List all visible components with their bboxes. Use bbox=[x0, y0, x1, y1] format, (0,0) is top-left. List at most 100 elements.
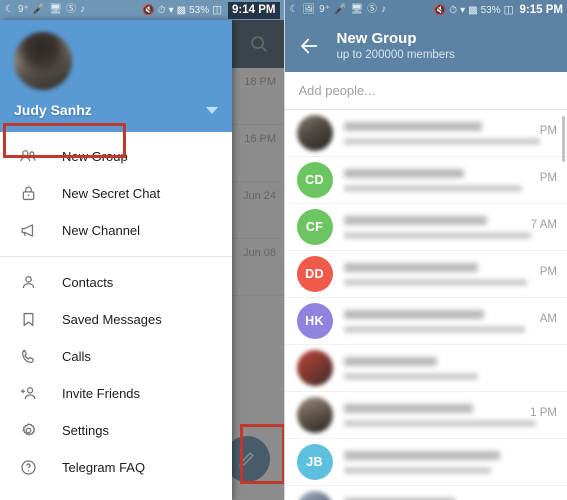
at-icon: Ⓢ bbox=[367, 4, 378, 15]
add-people-input[interactable]: Add people... bbox=[284, 72, 567, 110]
back-arrow-icon[interactable] bbox=[295, 32, 323, 60]
menu-item-label: Contacts bbox=[62, 275, 114, 290]
drawer-header[interactable]: Judy Sanhz bbox=[0, 20, 232, 132]
screenshot-root: ☾ 9⁺ 🎤 🖥 Ⓢ ♪ 🔇 ⏱ ▾ ▩ 53% ◫ 9:14 PM 18 PM… bbox=[0, 0, 567, 500]
contact-text bbox=[343, 121, 567, 145]
contact-row[interactable]: JB bbox=[284, 439, 567, 486]
person-icon bbox=[16, 271, 40, 295]
music-icon: ♪ bbox=[381, 4, 387, 15]
contact-time: AM bbox=[539, 313, 557, 325]
gear-icon bbox=[16, 419, 40, 443]
contact-time: 1 PM bbox=[530, 407, 557, 419]
menu-item-settings[interactable]: Settings bbox=[0, 412, 232, 449]
chat-row-time: Jun 08 bbox=[242, 247, 276, 259]
contact-name bbox=[343, 309, 485, 319]
contacts-scrollbar[interactable] bbox=[562, 116, 565, 162]
contact-time: PM bbox=[539, 125, 557, 137]
person-add-icon bbox=[16, 382, 40, 406]
right-status-bar: ☾ 🖼 9⁺ 🎤 🖥 Ⓢ ♪ 🔇 ⏱ ▾ ▩ 53% ◫ 9:15 PM bbox=[284, 0, 567, 20]
contact-status bbox=[343, 325, 525, 333]
at-icon: Ⓢ bbox=[65, 4, 76, 15]
bookmark-icon bbox=[16, 308, 40, 332]
contact-row[interactable]: HK AM bbox=[284, 298, 567, 345]
menu-item-telegram-faq[interactable]: Telegram FAQ bbox=[0, 449, 232, 486]
mute-icon: 🔇 bbox=[433, 4, 447, 16]
battery-icon: ◫ bbox=[503, 4, 514, 16]
contact-text bbox=[343, 168, 567, 192]
contact-status bbox=[343, 184, 523, 192]
page-subtitle: up to 200000 members bbox=[336, 49, 455, 62]
battery-icon: ◫ bbox=[212, 4, 223, 16]
highlight-box-compose-fab bbox=[240, 424, 284, 484]
chevron-down-icon[interactable] bbox=[206, 107, 218, 114]
avatar: CF bbox=[296, 209, 333, 245]
question-circle-icon bbox=[16, 456, 40, 480]
menu-item-label: Settings bbox=[62, 423, 109, 438]
avatar-initials: CF bbox=[305, 220, 324, 234]
add-people-placeholder: Add people... bbox=[298, 83, 376, 98]
highlight-box-new-group bbox=[3, 123, 126, 158]
avatar-initials: DD bbox=[305, 267, 324, 281]
avatar[interactable] bbox=[14, 32, 72, 90]
avatar: HK bbox=[296, 303, 333, 339]
contact-row[interactable]: PM bbox=[284, 110, 567, 157]
contact-text bbox=[343, 262, 567, 286]
menu-item-label: Saved Messages bbox=[62, 312, 162, 327]
right-status-left-icons: ☾ 🖼 9⁺ 🎤 🖥 Ⓢ ♪ bbox=[290, 5, 387, 15]
music-icon: ♪ bbox=[79, 4, 85, 15]
contact-row[interactable]: PM bbox=[285, 486, 567, 500]
contact-time: 7 AM bbox=[530, 219, 557, 231]
contact-name bbox=[343, 168, 465, 178]
contact-name bbox=[343, 121, 483, 131]
menu-item-new-channel[interactable]: New Channel bbox=[0, 212, 232, 249]
left-status-left-icons: ☾ 9⁺ 🎤 🖥 Ⓢ ♪ bbox=[5, 5, 85, 15]
search-icon[interactable] bbox=[248, 33, 270, 55]
photo-icon: 🖼 bbox=[302, 4, 316, 15]
right-screen: ☾ 🖼 9⁺ 🎤 🖥 Ⓢ ♪ 🔇 ⏱ ▾ ▩ 53% ◫ 9:15 PM New… bbox=[283, 0, 567, 500]
phone-icon bbox=[16, 345, 40, 369]
screencast-icon: 🖥 bbox=[350, 4, 364, 15]
menu-item-label: Calls bbox=[62, 349, 91, 364]
page-title: New Group bbox=[336, 29, 417, 47]
navigation-drawer: Judy Sanhz New Group New Secret Chat New… bbox=[0, 20, 232, 500]
signal-icon: ▩ bbox=[176, 4, 187, 16]
battery-percent: 53% bbox=[189, 4, 210, 16]
contact-row[interactable]: 1 PM bbox=[284, 392, 567, 439]
left-screen: ☾ 9⁺ 🎤 🖥 Ⓢ ♪ 🔇 ⏱ ▾ ▩ 53% ◫ 9:14 PM 18 PM… bbox=[0, 0, 284, 500]
contact-name bbox=[343, 450, 500, 460]
screencast-icon: 🖥 bbox=[49, 4, 62, 15]
menu-item-contacts[interactable]: Contacts bbox=[0, 264, 232, 301]
contact-row[interactable] bbox=[284, 345, 567, 392]
drawer-menu: New Group New Secret Chat New Channel Co… bbox=[0, 132, 232, 486]
signal-icon: ▩ bbox=[468, 4, 478, 16]
contact-text bbox=[343, 450, 567, 474]
mic-icon: 🎤 bbox=[32, 4, 46, 15]
avatar bbox=[296, 350, 333, 386]
mute-icon: 🔇 bbox=[142, 4, 155, 16]
contact-row[interactable]: DD PM bbox=[284, 251, 567, 298]
chat-row-time: 16 PM bbox=[244, 133, 276, 145]
menu-divider bbox=[0, 256, 232, 257]
contact-row[interactable]: CF 7 AM bbox=[284, 204, 567, 251]
contact-status bbox=[343, 137, 541, 145]
menu-item-label: New Channel bbox=[62, 223, 141, 238]
menu-item-saved-messages[interactable]: Saved Messages bbox=[0, 301, 232, 338]
avatar-initials: JB bbox=[306, 455, 323, 469]
avatar: CD bbox=[296, 162, 333, 198]
menu-item-invite-friends[interactable]: Invite Friends bbox=[0, 375, 232, 412]
contact-time: PM bbox=[539, 266, 557, 278]
menu-item-new-secret-chat[interactable]: New Secret Chat bbox=[0, 175, 232, 212]
menu-item-calls[interactable]: Calls bbox=[0, 338, 232, 375]
contacts-list[interactable]: PM CD PM CF 7 AM DD PM HK AM 1 PM JB bbox=[284, 110, 567, 500]
left-clock: 9:14 PM bbox=[228, 1, 280, 19]
lock-icon bbox=[16, 182, 40, 206]
contact-status bbox=[343, 231, 532, 239]
menu-item-label: Invite Friends bbox=[62, 386, 141, 401]
contact-status bbox=[343, 419, 536, 427]
avatar-initials: HK bbox=[305, 314, 324, 328]
contact-name bbox=[343, 215, 487, 225]
alarm-icon: ⏱ bbox=[157, 4, 166, 16]
crescent-icon: ☾ bbox=[289, 4, 299, 15]
contact-row[interactable]: CD PM bbox=[284, 157, 567, 204]
menu-item-label: Telegram FAQ bbox=[62, 460, 146, 475]
